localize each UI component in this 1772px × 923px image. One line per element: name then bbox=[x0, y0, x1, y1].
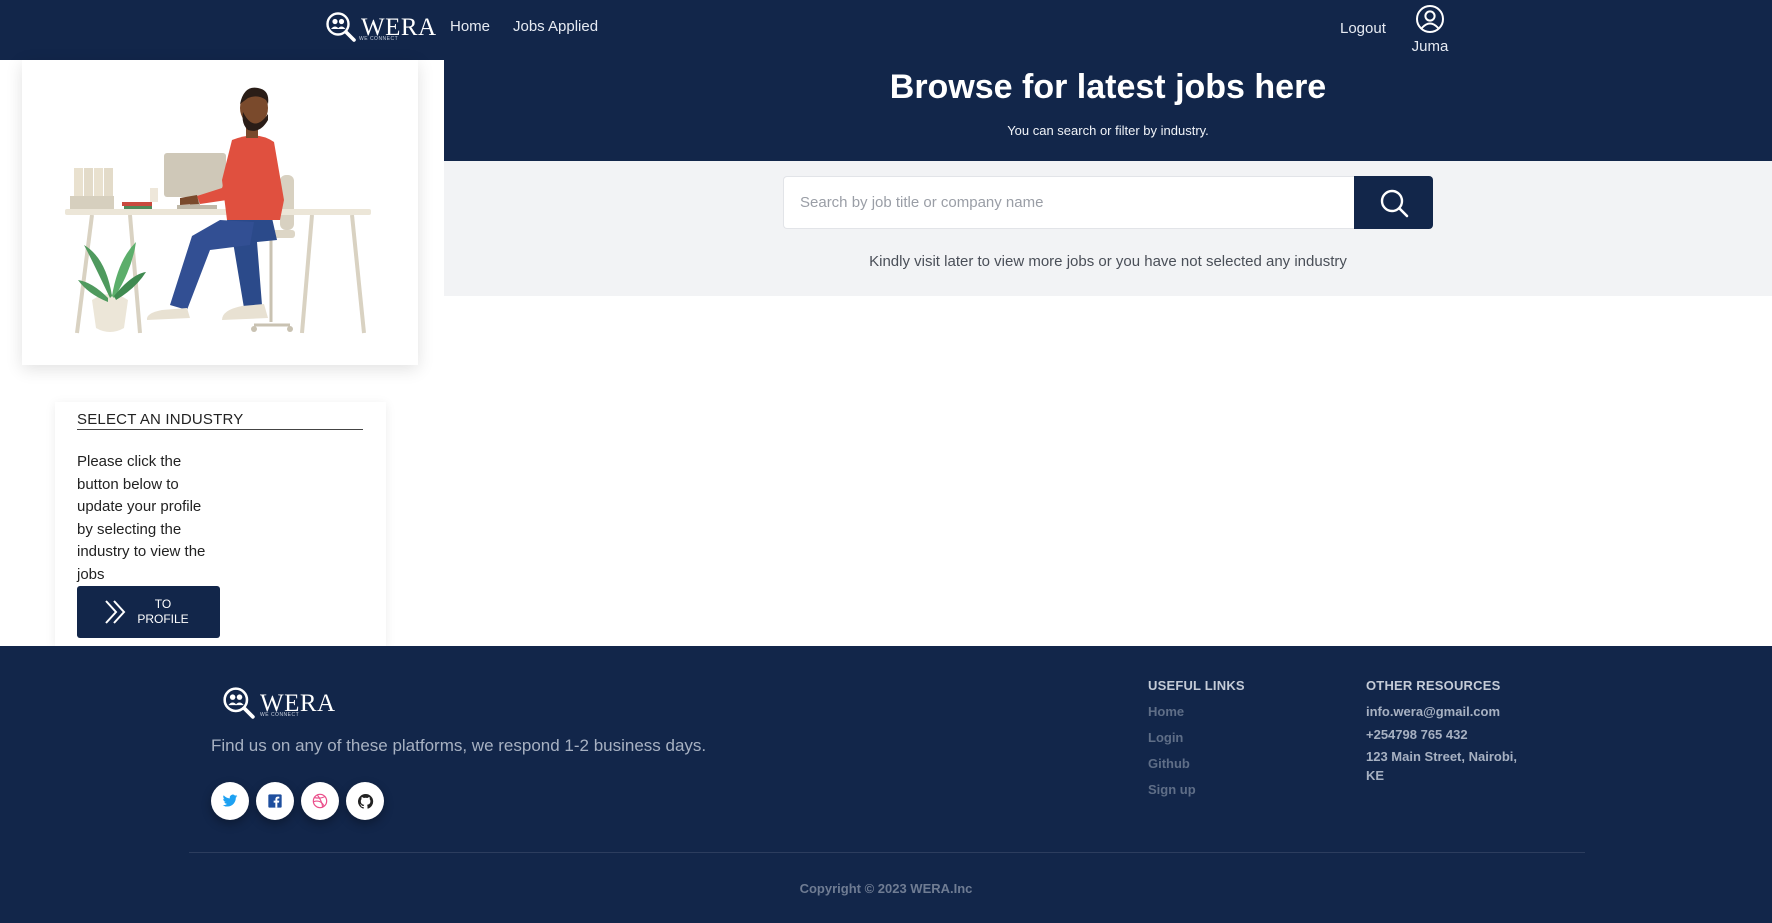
user-avatar-icon bbox=[1416, 5, 1444, 33]
footer-link-login[interactable]: Login bbox=[1148, 730, 1183, 745]
navbar: WERA WE CONNECT Home Jobs Applied Logout… bbox=[0, 0, 1772, 60]
double-chevron-right-icon bbox=[105, 600, 126, 624]
copyright: Copyright © 2023 WERA.Inc bbox=[799, 881, 973, 896]
github-button[interactable] bbox=[346, 782, 384, 820]
facebook-button[interactable] bbox=[256, 782, 294, 820]
page-title: Browse for latest jobs here bbox=[889, 68, 1327, 106]
other-resources-title: OTHER RESOURCES bbox=[1366, 678, 1501, 693]
twitter-icon bbox=[222, 794, 238, 807]
search-bar bbox=[783, 176, 1433, 229]
search-section: Kindly visit later to view more jobs or … bbox=[444, 161, 1772, 296]
nav-jobs-applied-link[interactable]: Jobs Applied bbox=[513, 18, 598, 35]
hero-banner: Browse for latest jobs here You can sear… bbox=[444, 60, 1772, 161]
man-at-desk-illustration bbox=[65, 87, 371, 334]
footer-brand-logo: WERA WE CONNECT bbox=[222, 686, 336, 720]
illustration-card bbox=[22, 60, 418, 365]
search-input[interactable] bbox=[783, 176, 1354, 229]
footer-link-github[interactable]: Github bbox=[1148, 756, 1190, 771]
useful-links-title: USEFUL LINKS bbox=[1148, 678, 1245, 693]
dribbble-icon bbox=[312, 793, 328, 809]
username: Juma bbox=[1411, 38, 1449, 55]
wera-logo-icon bbox=[223, 687, 255, 719]
to-profile-button[interactable]: TO PROFILE bbox=[77, 586, 220, 638]
user-menu[interactable]: Juma bbox=[1400, 4, 1460, 55]
page-subtitle: You can search or filter by industry. bbox=[1007, 123, 1209, 138]
footer: WERA WE CONNECT Find us on any of these … bbox=[0, 646, 1772, 923]
industry-instructions: Please click the button below to update … bbox=[77, 453, 206, 583]
contact-email: info.wera@gmail.com bbox=[1366, 704, 1501, 719]
to-profile-label: TO PROFILE bbox=[137, 597, 189, 626]
footer-divider bbox=[189, 852, 1585, 853]
search-button[interactable] bbox=[1354, 176, 1433, 229]
nav-home-link[interactable]: Home bbox=[450, 18, 490, 35]
contact-phone: +254798 765 432 bbox=[1366, 727, 1468, 742]
footer-link-signup[interactable]: Sign up bbox=[1148, 782, 1196, 797]
footer-brand-tagline: WE CONNECT bbox=[260, 712, 300, 718]
footer-link-home[interactable]: Home bbox=[1148, 704, 1184, 719]
facebook-icon bbox=[268, 794, 282, 808]
brand-logo[interactable]: WERA WE CONNECT bbox=[325, 11, 437, 43]
footer-tagline: Find us on any of these platforms, we re… bbox=[211, 736, 707, 755]
logout-link[interactable]: Logout bbox=[1340, 20, 1386, 37]
industry-title: SELECT AN INDUSTRY bbox=[77, 411, 363, 430]
brand-tagline: WE CONNECT bbox=[359, 36, 399, 42]
social-links bbox=[211, 782, 384, 820]
dribbble-button[interactable] bbox=[301, 782, 339, 820]
industry-card: SELECT AN INDUSTRY Please click the butt… bbox=[55, 402, 386, 646]
github-icon bbox=[357, 793, 373, 809]
twitter-button[interactable] bbox=[211, 782, 249, 820]
wera-logo-icon bbox=[326, 12, 356, 42]
no-jobs-notice: Kindly visit later to view more jobs or … bbox=[869, 253, 1347, 270]
contact-address: 123 Main Street, Nairobi, KE bbox=[1366, 749, 1517, 783]
search-icon bbox=[1380, 189, 1408, 217]
